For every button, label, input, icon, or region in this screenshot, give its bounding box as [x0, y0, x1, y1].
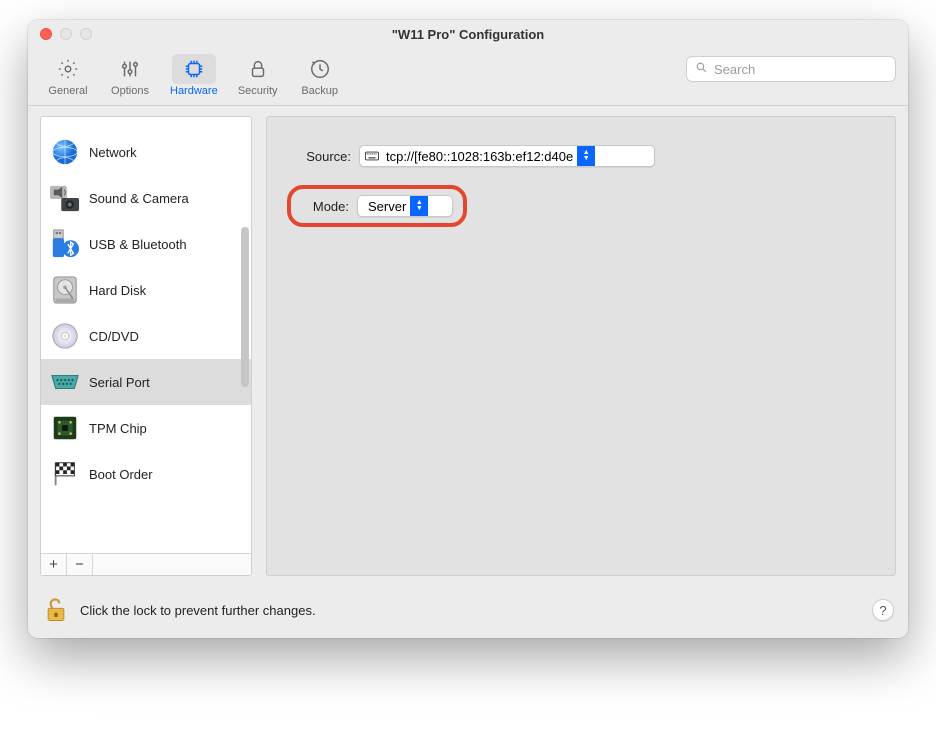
printer-icon: [49, 117, 81, 122]
unlock-button[interactable]: [42, 596, 70, 624]
help-button[interactable]: ?: [872, 599, 894, 621]
sidebar-item-boot-order[interactable]: Boot Order: [41, 451, 251, 497]
remove-device-button[interactable]: −: [67, 554, 93, 575]
hardware-sidebar: Shared Printers Network Sound & Camera: [40, 116, 252, 576]
search-placeholder: Search: [714, 62, 755, 77]
keyboard-icon: [360, 151, 384, 161]
window-title: "W11 Pro" Configuration: [392, 27, 544, 42]
titlebar: "W11 Pro" Configuration: [28, 20, 908, 48]
mode-label: Mode:: [301, 199, 349, 214]
search-input[interactable]: Search: [686, 56, 896, 82]
gear-icon: [46, 54, 90, 84]
sidebar-item-shared-printers[interactable]: Shared Printers: [41, 117, 251, 129]
disc-icon: [49, 320, 81, 352]
sidebar-item-label: Hard Disk: [89, 283, 146, 298]
window-controls: [40, 28, 92, 40]
sidebar-item-network[interactable]: Network: [41, 129, 251, 175]
tab-backup[interactable]: Backup: [292, 52, 348, 99]
mode-row: Mode: Server ▲▼: [287, 185, 875, 227]
zoom-window-button[interactable]: [80, 28, 92, 40]
sidebar-item-label: Sound & Camera: [89, 191, 189, 206]
configuration-window: "W11 Pro" Configuration General Options …: [28, 20, 908, 638]
tab-label: General: [48, 85, 87, 97]
add-device-button[interactable]: +: [41, 554, 67, 575]
tab-label: Security: [238, 85, 278, 97]
sidebar-scrollbar[interactable]: [241, 227, 249, 387]
sidebar-item-serial-port[interactable]: Serial Port: [41, 359, 251, 405]
usb-bluetooth-icon: [49, 228, 81, 260]
globe-icon: [49, 136, 81, 168]
sliders-icon: [108, 54, 152, 84]
close-window-button[interactable]: [40, 28, 52, 40]
sidebar-item-tpm-chip[interactable]: TPM Chip: [41, 405, 251, 451]
tpm-chip-icon: [49, 412, 81, 444]
lock-text: Click the lock to prevent further change…: [80, 603, 316, 618]
chevron-up-down-icon: ▲▼: [410, 196, 428, 216]
tab-hardware[interactable]: Hardware: [164, 52, 224, 99]
hard-disk-icon: [49, 274, 81, 306]
sidebar-item-cd-dvd[interactable]: CD/DVD: [41, 313, 251, 359]
detail-panel: Source: tcp://[fe80::1028:163b:ef12:d40e…: [266, 116, 896, 576]
flag-icon: [49, 458, 81, 490]
serial-port-icon: [49, 366, 81, 398]
sidebar-item-label: Serial Port: [89, 375, 150, 390]
sidebar-item-label: TPM Chip: [89, 421, 147, 436]
search-icon: [695, 61, 708, 77]
chip-icon: [172, 54, 216, 84]
source-value: tcp://[fe80::1028:163b:ef12:d40e: [384, 149, 577, 164]
sidebar-item-label: CD/DVD: [89, 329, 139, 344]
sound-camera-icon: [49, 182, 81, 214]
sidebar-item-hard-disk[interactable]: Hard Disk: [41, 267, 251, 313]
source-label: Source:: [287, 149, 351, 164]
source-dropdown[interactable]: tcp://[fe80::1028:163b:ef12:d40e ▲▼: [359, 145, 655, 167]
highlight-annotation: Mode: Server ▲▼: [287, 185, 467, 227]
tab-general[interactable]: General: [40, 52, 96, 99]
source-row: Source: tcp://[fe80::1028:163b:ef12:d40e…: [287, 145, 875, 167]
sidebar-list: Shared Printers Network Sound & Camera: [41, 117, 251, 553]
bottom-bar: Click the lock to prevent further change…: [28, 588, 908, 638]
toolbar: General Options Hardware Security Backup: [28, 48, 908, 106]
sidebar-footer: + −: [41, 553, 251, 575]
content-area: Shared Printers Network Sound & Camera: [28, 106, 908, 588]
tab-label: Options: [111, 85, 149, 97]
sidebar-item-label: USB & Bluetooth: [89, 237, 187, 252]
tab-security[interactable]: Security: [230, 52, 286, 99]
sidebar-item-label: Network: [89, 145, 137, 160]
tab-options[interactable]: Options: [102, 52, 158, 99]
sidebar-item-sound-camera[interactable]: Sound & Camera: [41, 175, 251, 221]
lock-icon: [236, 54, 280, 84]
mode-dropdown[interactable]: Server ▲▼: [357, 195, 453, 217]
chevron-up-down-icon: ▲▼: [577, 146, 595, 166]
sidebar-item-usb-bluetooth[interactable]: USB & Bluetooth: [41, 221, 251, 267]
backup-icon: [298, 54, 342, 84]
minimize-window-button[interactable]: [60, 28, 72, 40]
tab-label: Backup: [301, 85, 338, 97]
tab-label: Hardware: [170, 85, 218, 97]
mode-value: Server: [358, 199, 410, 214]
sidebar-item-label: Boot Order: [89, 467, 153, 482]
